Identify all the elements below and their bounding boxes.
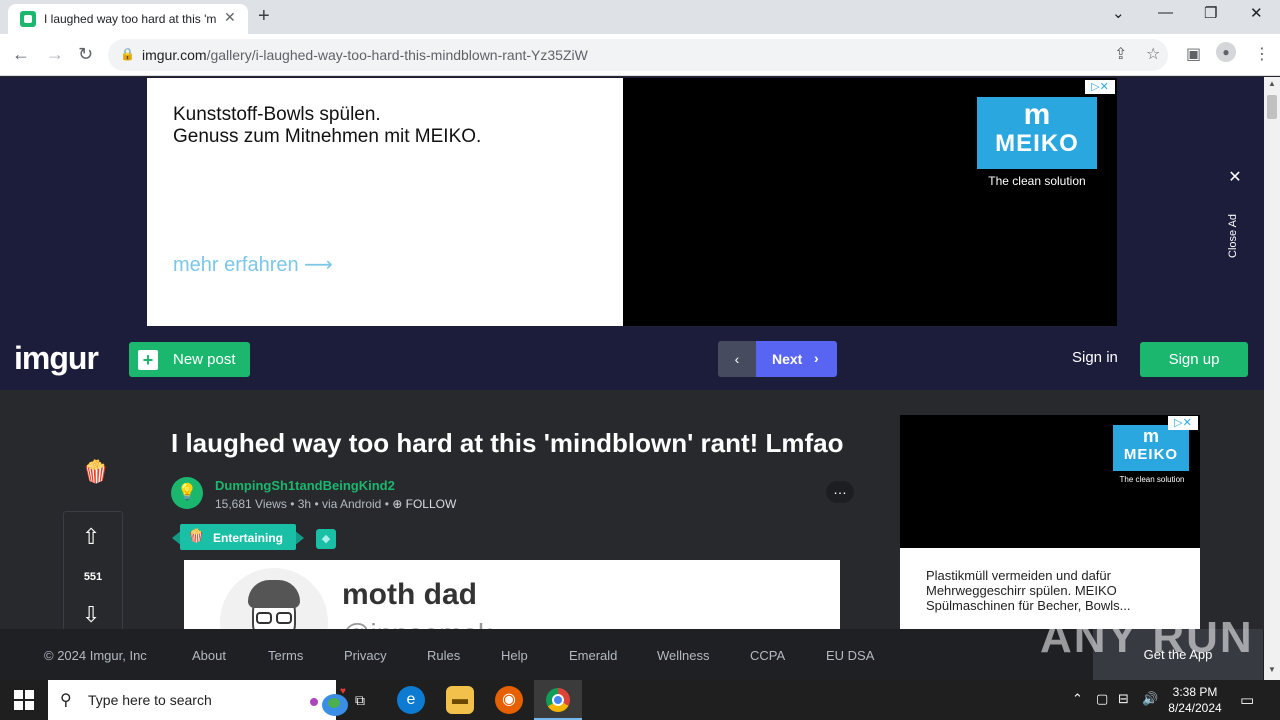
footer-link-help[interactable]: Help [501,648,528,663]
url-text: imgur.com/gallery/i-laughed-way-too-hard… [142,47,588,63]
imgur-navbar: imgur + New post ‹ Next › Sign in Sign u… [0,326,1264,390]
windows-taskbar: ⚲ Type here to search ♥ ⧉ e ▬ ◉ ⌃ ▢ ⊟ 🔊 … [0,680,1280,720]
reload-icon[interactable]: ↻ [78,44,93,65]
volume-icon[interactable]: 🔊 [1142,691,1158,707]
gem-badge-icon[interactable]: ◆ [316,529,336,549]
author-name-link[interactable]: DumpingSh1tandBeingKind2 [215,478,395,493]
close-tab-icon[interactable]: ✕ [224,9,236,26]
menu-kebab-icon[interactable]: ⋮ [1254,44,1270,64]
upvote-arrow-icon[interactable]: ⇧ [82,524,100,550]
chevron-right-icon: › [814,350,819,366]
sign-in-link[interactable]: Sign in [1072,349,1118,366]
banner-ad[interactable]: Kunststoff-Bowls spülen. Genuss zum Mitn… [147,78,1117,326]
post-meta: 15,681 Views • 3h • via Android • ⊕ FOLL… [215,497,457,511]
footer-link-emerald[interactable]: Emerald [569,648,617,663]
minimize-icon[interactable]: — [1158,4,1173,21]
anyrun-watermark: ANY RUN [1040,613,1254,662]
meiko-logo: m MEIKO [1113,425,1189,471]
tray-overflow-icon[interactable]: ⌃ [1072,691,1083,707]
imgur-favicon-icon [20,11,36,27]
footer-link-wellness[interactable]: Wellness [657,648,710,663]
new-post-button[interactable]: + New post [129,342,250,377]
view-count: 15,681 Views [215,497,287,511]
address-bar[interactable]: 🔒 imgur.com/gallery/i-laughed-way-too-ha… [108,39,1168,71]
bookmark-star-icon[interactable]: ☆ [1146,44,1160,64]
back-icon[interactable]: ← [12,44,30,65]
previous-post-button[interactable]: ‹ [718,341,756,377]
footer-link-eu-dsa[interactable]: EU DSA [826,648,874,663]
close-ad-icon[interactable]: ✕ [1222,167,1248,187]
network-icon[interactable]: ⊟ [1118,691,1129,707]
footer-link-about[interactable]: About [192,648,226,663]
scrollbar-thumb[interactable] [1267,95,1277,119]
share-icon[interactable]: ⇪ [1114,44,1127,64]
sign-up-button[interactable]: Sign up [1140,342,1248,377]
new-tab-icon[interactable]: + [258,5,270,28]
windows-start-icon[interactable] [14,690,34,710]
side-ad-text: Plastikmüll vermeiden und dafür Mehrwegg… [926,568,1131,613]
ad-choices-icon[interactable]: ▷✕ [1085,80,1115,94]
profile-icon[interactable]: ● [1216,42,1236,62]
chrome-taskbar-icon[interactable] [534,680,582,720]
browser-tab-bar: I laughed way too hard at this 'mindblow… [0,0,1280,34]
chevron-left-icon: ‹ [734,351,740,367]
post-title: I laughed way too hard at this 'mindblow… [171,428,844,458]
tab-search-icon[interactable]: ⌄ [1112,4,1125,22]
footer-link-ccpa[interactable]: CCPA [750,648,785,663]
taskbar-clock[interactable]: 3:38 PM 8/24/2024 [1160,684,1230,716]
more-options-icon[interactable]: … [826,481,854,503]
close-window-icon[interactable]: ✕ [1250,4,1263,22]
browser-tab[interactable]: I laughed way too hard at this 'mindblow… [8,4,248,34]
file-explorer-icon[interactable]: ▬ [446,686,474,714]
meiko-tagline: The clean solution [1119,475,1185,484]
footer-link-rules[interactable]: Rules [427,648,460,663]
footer-link-terms[interactable]: Terms [268,648,303,663]
vote-box: ⇧ 551 ⇩ [63,511,123,631]
ad-choices-icon[interactable]: ▷✕ [1168,416,1198,430]
banner-ad-video[interactable]: m MEIKO The clean solution ▷✕ [623,78,1117,326]
popcorn-icon: 🍿 [188,528,205,543]
plus-icon: + [138,350,158,370]
tab-title: I laughed way too hard at this 'mindblow… [44,12,216,26]
close-ad-label: Close Ad [1227,213,1239,258]
footer-link-privacy[interactable]: Privacy [344,648,387,663]
vote-count: 551 [83,571,103,583]
banner-ad-cta-link[interactable]: mehr erfahren ⟶ [173,252,333,277]
popcorn-emoji-icon[interactable]: 🍿 [82,459,109,485]
close-ad-button[interactable]: ✕ Close Ad [1222,167,1248,258]
search-placeholder: Type here to search [88,692,212,708]
author-avatar[interactable]: 💡 [171,477,203,509]
firefox-icon[interactable]: ◉ [495,686,523,714]
meiko-tagline: The clean solution [988,174,1086,188]
browser-toolbar: ← → ↻ 🔒 imgur.com/gallery/i-laughed-way-… [0,34,1280,76]
next-post-button[interactable]: Next › [756,341,837,377]
banner-ad-text: Kunststoff-Bowls spülen. Genuss zum Mitn… [173,104,482,147]
scroll-down-icon[interactable]: ▼ [1268,665,1276,674]
notifications-icon[interactable]: ▭ [1240,691,1254,709]
lock-icon: 🔒 [120,47,135,61]
page-content: Kunststoff-Bowls spülen. Genuss zum Mitn… [0,77,1264,680]
page-scrollbar[interactable]: ▲ ▼ [1264,77,1280,680]
scroll-up-icon[interactable]: ▲ [1268,79,1276,88]
follow-button[interactable]: ⊕ FOLLOW [392,497,456,511]
search-icon: ⚲ [60,692,72,709]
restore-icon[interactable]: ❐ [1204,4,1217,22]
edge-icon[interactable]: e [397,686,425,714]
meiko-logo: m MEIKO [977,97,1097,169]
side-panel-icon[interactable]: ▣ [1186,44,1201,64]
post-age: 3h [297,497,312,511]
downvote-arrow-icon[interactable]: ⇩ [82,602,100,628]
side-ad-video[interactable]: m MEIKO The clean solution ▷✕ [900,415,1200,548]
entertaining-badge[interactable]: 🍿 Entertaining [172,524,304,550]
task-view-icon[interactable]: ⧉ [346,686,374,714]
copyright: © 2024 Imgur, Inc [44,648,147,663]
tray-device-icon[interactable]: ▢ [1096,691,1108,707]
post-source: via Android [321,497,382,511]
taskbar-search-box[interactable]: ⚲ Type here to search ♥ [48,680,348,720]
forward-icon[interactable]: → [46,44,64,65]
imgur-logo[interactable]: imgur [14,340,99,377]
image-display-name: moth dad [342,578,477,611]
